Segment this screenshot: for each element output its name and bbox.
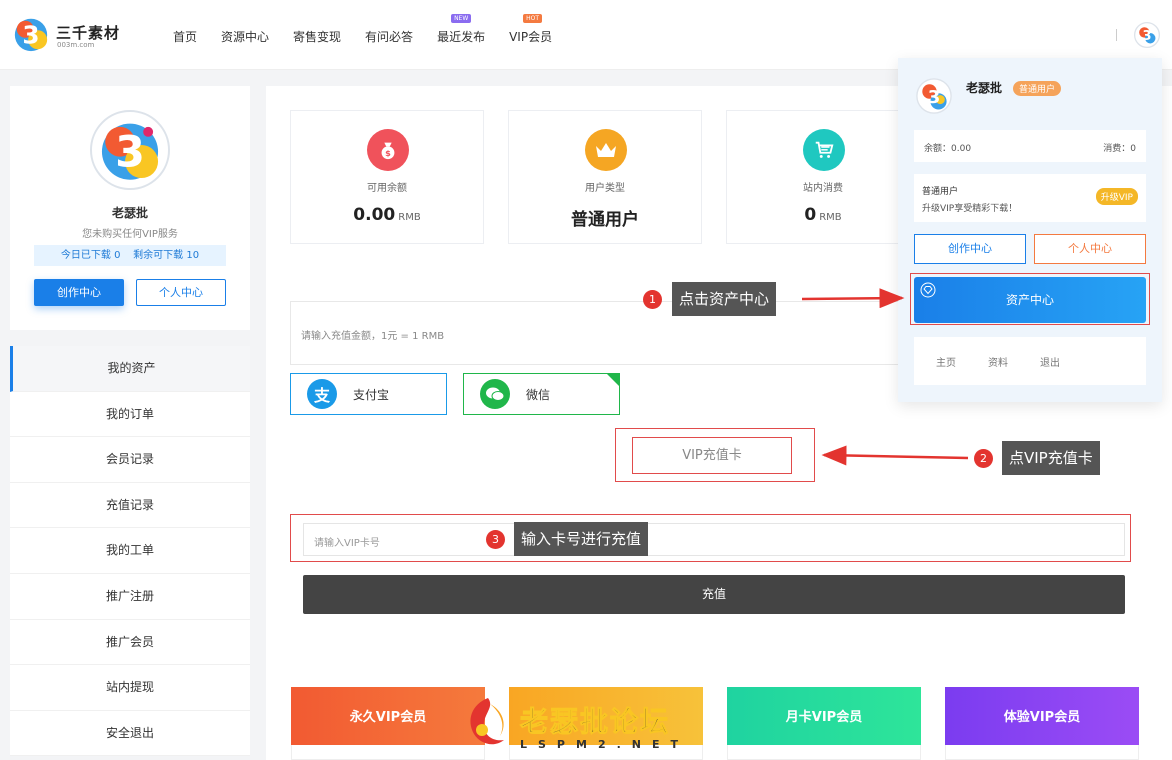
svg-text:3: 3 (928, 87, 941, 108)
main-nav: 首页 资源中心 寄售变现 有问必答 NEW 最近发布 HOT VIP会员 (173, 14, 576, 45)
stat-label: 可用余额 (367, 183, 407, 194)
nav-recent[interactable]: NEW 最近发布 (437, 14, 485, 45)
alipay-label: 支付宝 (353, 387, 390, 402)
sidebar-item-membership-records[interactable]: 会员记录 (10, 437, 250, 483)
amount-placeholder: 请输入充值金额，1元 = 1 RMB (301, 331, 445, 342)
sidebar-item-my-assets[interactable]: 我的资产 (10, 346, 250, 392)
sidebar-item-my-tickets[interactable]: 我的工单 (10, 528, 250, 574)
upgrade-tip: 升级VIP享受精彩下载！ (922, 204, 1018, 214)
recharge-submit-button[interactable]: 充值 (303, 575, 1125, 614)
svg-text:3: 3 (22, 21, 39, 50)
svg-text:$: $ (385, 148, 391, 158)
alipay-icon: 支 (307, 379, 337, 409)
sidebar-item-withdraw[interactable]: 站内提现 (10, 665, 250, 711)
money-bag-icon: $ (367, 129, 409, 171)
wechat-label: 微信 (526, 387, 551, 402)
vip-tile-permanent[interactable]: 永久VIP会员 (291, 687, 485, 760)
vip-tile-body (291, 745, 485, 760)
vip-input-placeholder: 请输入VIP卡号 (314, 538, 380, 549)
nav-vip[interactable]: HOT VIP会员 (509, 14, 552, 45)
callout-step-2: 点VIP充值卡 (1002, 441, 1100, 475)
avatar: 3 (90, 110, 170, 190)
link-logout[interactable]: 退出 (1040, 354, 1060, 369)
phoenix-logo-icon (470, 698, 504, 745)
dropdown-personal-center-button[interactable]: 个人中心 (1034, 234, 1146, 264)
creator-center-button[interactable]: 创作中心 (34, 279, 124, 306)
dropdown-avatar-icon: 3 (916, 78, 952, 114)
stat-value: 0 RMB (804, 205, 842, 225)
stat-value: 0.00 RMB (353, 205, 421, 225)
svg-text:3: 3 (1142, 29, 1151, 44)
balance-value: 余额：0.00 (924, 144, 972, 154)
sidebar-menu: 我的资产 我的订单 会员记录 充值记录 我的工单 推广注册 推广会员 站内提现 … (10, 346, 250, 757)
upgrade-vip-button[interactable]: 升级VIP (1095, 188, 1138, 205)
vip-card-number-input[interactable]: 请输入VIP卡号 (303, 523, 1125, 556)
wechat-icon (480, 379, 510, 409)
recharge-amount-input[interactable]: 请输入充值金额，1元 = 1 RMB (290, 301, 910, 365)
site-logo-icon[interactable]: 3 (12, 14, 50, 54)
user-dropdown-panel: 3 老瑟批 普通用户 余额：0.00 消费：0 普通用户 升级VIP享受精彩下载… (898, 58, 1162, 402)
stat-label: 站内消费 (803, 183, 843, 194)
dropdown-creator-center-button[interactable]: 创作中心 (914, 234, 1026, 264)
nav-consignment[interactable]: 寄售变现 (293, 28, 341, 45)
stat-card-spent: 站内消费 0 RMB (726, 110, 920, 244)
callout-step-1: 点击资产中心 (672, 282, 777, 316)
user-type-text: 普通用户 (922, 187, 959, 197)
vip-tile-body (945, 745, 1139, 760)
avatar-logo-icon: 3 (101, 123, 159, 180)
sidebar-item-referral-members[interactable]: 推广会员 (10, 620, 250, 666)
selected-corner-indicator (606, 373, 620, 387)
cart-icon (803, 129, 845, 171)
link-home[interactable]: 主页 (936, 354, 956, 369)
vip-tile-trial[interactable]: 体验VIP会员 (945, 687, 1139, 760)
stat-value: 普通用户 (571, 210, 639, 230)
vip-tile-body (727, 745, 921, 760)
watermark-text: 老瑟批论坛 (519, 705, 671, 739)
hot-badge: HOT (523, 14, 542, 23)
user-level-badge: 普通用户 (1013, 81, 1062, 96)
vip-card-tab[interactable]: VIP充值卡 (632, 437, 792, 474)
forum-watermark: 老瑟批论坛 LSPM2.NET (460, 694, 712, 756)
step-number: 2 (974, 449, 993, 468)
nav-home[interactable]: 首页 (173, 28, 197, 45)
sidebar-item-my-orders[interactable]: 我的订单 (10, 392, 250, 438)
divider (1116, 29, 1117, 41)
balance-summary: 余额：0.00 消费：0 (914, 130, 1146, 162)
crown-icon (585, 129, 627, 171)
profile-card: 3 老瑟批 您未购买任何VIP服务 今日已下载 0 剩余可下载 10 创作中心 … (10, 86, 250, 330)
step-number: 1 (643, 290, 662, 309)
sidebar-item-logout[interactable]: 安全退出 (10, 711, 250, 757)
vip-tile-monthly[interactable]: 月卡VIP会员 (727, 687, 921, 760)
vip-tile-title: 月卡VIP会员 (727, 687, 921, 745)
user-avatar-icon[interactable]: 3 (1134, 22, 1160, 48)
dropdown-username: 老瑟批 (966, 81, 1003, 95)
link-profile[interactable]: 资料 (988, 354, 1008, 369)
callout-step-3: 输入卡号进行充值 (514, 522, 649, 556)
upgrade-box: 普通用户 升级VIP享受精彩下载！ 升级VIP (914, 174, 1146, 222)
stat-card-user-type: 用户类型 普通用户 (508, 110, 702, 244)
logo-text[interactable]: 三千素材 (56, 22, 120, 43)
dropdown-links: 主页 资料 退出 (914, 337, 1146, 385)
step-number: 3 (486, 530, 505, 549)
svg-text:3: 3 (115, 128, 145, 178)
nav-qa[interactable]: 有问必答 (365, 28, 413, 45)
download-quota: 今日已下载 0 剩余可下载 10 (34, 245, 226, 266)
wechat-pay-button[interactable]: 微信 (463, 373, 620, 415)
personal-center-button[interactable]: 个人中心 (136, 279, 226, 306)
watermark-subtext: LSPM2.NET (520, 738, 689, 751)
alipay-button[interactable]: 支 支付宝 (290, 373, 447, 415)
profile-vip-status: 您未购买任何VIP服务 (82, 229, 178, 240)
profile-name: 老瑟批 (111, 206, 148, 220)
nav-resource-center[interactable]: 资源中心 (221, 28, 269, 45)
highlight-box-asset-center (910, 273, 1150, 325)
new-badge: NEW (451, 14, 472, 23)
stat-label: 用户类型 (585, 183, 625, 194)
sidebar-item-referral-signups[interactable]: 推广注册 (10, 574, 250, 620)
spent-value: 消费：0 (1103, 144, 1136, 154)
logo-subtext: 003m.com (57, 41, 95, 49)
vip-tile-title: 永久VIP会员 (291, 687, 485, 745)
sidebar-item-recharge-records[interactable]: 充值记录 (10, 483, 250, 529)
vip-tile-title: 体验VIP会员 (945, 687, 1139, 745)
stat-card-balance: $ 可用余额 0.00 RMB (290, 110, 484, 244)
